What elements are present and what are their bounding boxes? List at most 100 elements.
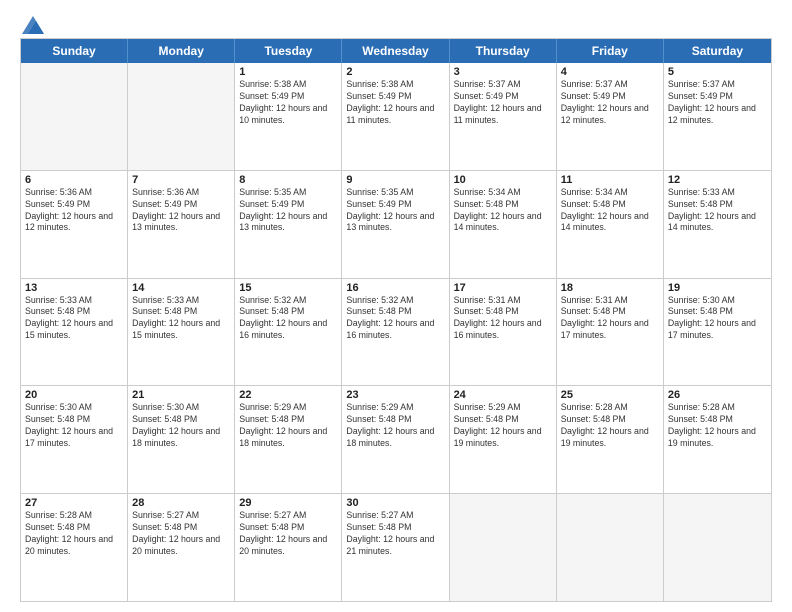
day-detail: Sunrise: 5:38 AM Sunset: 5:49 PM Dayligh… — [239, 79, 337, 127]
day-number: 18 — [561, 282, 659, 294]
calendar-cell: 7Sunrise: 5:36 AM Sunset: 5:49 PM Daylig… — [128, 171, 235, 278]
day-number: 5 — [668, 66, 767, 78]
day-detail: Sunrise: 5:27 AM Sunset: 5:48 PM Dayligh… — [239, 510, 337, 558]
calendar-cell: 24Sunrise: 5:29 AM Sunset: 5:48 PM Dayli… — [450, 386, 557, 493]
calendar-cell: 2Sunrise: 5:38 AM Sunset: 5:49 PM Daylig… — [342, 63, 449, 170]
day-detail: Sunrise: 5:31 AM Sunset: 5:48 PM Dayligh… — [454, 295, 552, 343]
calendar-cell: 13Sunrise: 5:33 AM Sunset: 5:48 PM Dayli… — [21, 279, 128, 386]
day-detail: Sunrise: 5:35 AM Sunset: 5:49 PM Dayligh… — [346, 187, 444, 235]
day-number: 19 — [668, 282, 767, 294]
day-detail: Sunrise: 5:28 AM Sunset: 5:48 PM Dayligh… — [561, 402, 659, 450]
calendar-cell: 25Sunrise: 5:28 AM Sunset: 5:48 PM Dayli… — [557, 386, 664, 493]
calendar-cell: 30Sunrise: 5:27 AM Sunset: 5:48 PM Dayli… — [342, 494, 449, 601]
calendar-cell: 3Sunrise: 5:37 AM Sunset: 5:49 PM Daylig… — [450, 63, 557, 170]
day-detail: Sunrise: 5:28 AM Sunset: 5:48 PM Dayligh… — [668, 402, 767, 450]
day-detail: Sunrise: 5:30 AM Sunset: 5:48 PM Dayligh… — [25, 402, 123, 450]
calendar-cell: 26Sunrise: 5:28 AM Sunset: 5:48 PM Dayli… — [664, 386, 771, 493]
calendar-body: 1Sunrise: 5:38 AM Sunset: 5:49 PM Daylig… — [21, 63, 771, 601]
day-number: 20 — [25, 389, 123, 401]
calendar-cell: 20Sunrise: 5:30 AM Sunset: 5:48 PM Dayli… — [21, 386, 128, 493]
day-number: 3 — [454, 66, 552, 78]
day-number: 12 — [668, 174, 767, 186]
weekday-header: Wednesday — [342, 39, 449, 63]
calendar-cell: 16Sunrise: 5:32 AM Sunset: 5:48 PM Dayli… — [342, 279, 449, 386]
day-number: 13 — [25, 282, 123, 294]
calendar-cell: 4Sunrise: 5:37 AM Sunset: 5:49 PM Daylig… — [557, 63, 664, 170]
calendar-row: 27Sunrise: 5:28 AM Sunset: 5:48 PM Dayli… — [21, 493, 771, 601]
weekday-header: Saturday — [664, 39, 771, 63]
day-number: 11 — [561, 174, 659, 186]
day-number: 28 — [132, 497, 230, 509]
day-detail: Sunrise: 5:31 AM Sunset: 5:48 PM Dayligh… — [561, 295, 659, 343]
calendar-row: 13Sunrise: 5:33 AM Sunset: 5:48 PM Dayli… — [21, 278, 771, 386]
calendar-row: 6Sunrise: 5:36 AM Sunset: 5:49 PM Daylig… — [21, 170, 771, 278]
day-detail: Sunrise: 5:27 AM Sunset: 5:48 PM Dayligh… — [346, 510, 444, 558]
day-detail: Sunrise: 5:29 AM Sunset: 5:48 PM Dayligh… — [346, 402, 444, 450]
weekday-header: Tuesday — [235, 39, 342, 63]
page: SundayMondayTuesdayWednesdayThursdayFrid… — [0, 0, 792, 612]
day-number: 16 — [346, 282, 444, 294]
day-number: 26 — [668, 389, 767, 401]
day-detail: Sunrise: 5:28 AM Sunset: 5:48 PM Dayligh… — [25, 510, 123, 558]
day-detail: Sunrise: 5:27 AM Sunset: 5:48 PM Dayligh… — [132, 510, 230, 558]
day-number: 2 — [346, 66, 444, 78]
day-detail: Sunrise: 5:37 AM Sunset: 5:49 PM Dayligh… — [454, 79, 552, 127]
day-number: 6 — [25, 174, 123, 186]
day-detail: Sunrise: 5:37 AM Sunset: 5:49 PM Dayligh… — [668, 79, 767, 127]
calendar: SundayMondayTuesdayWednesdayThursdayFrid… — [20, 38, 772, 602]
calendar-cell: 12Sunrise: 5:33 AM Sunset: 5:48 PM Dayli… — [664, 171, 771, 278]
calendar-cell: 9Sunrise: 5:35 AM Sunset: 5:49 PM Daylig… — [342, 171, 449, 278]
day-detail: Sunrise: 5:38 AM Sunset: 5:49 PM Dayligh… — [346, 79, 444, 127]
day-detail: Sunrise: 5:32 AM Sunset: 5:48 PM Dayligh… — [239, 295, 337, 343]
day-detail: Sunrise: 5:34 AM Sunset: 5:48 PM Dayligh… — [454, 187, 552, 235]
calendar-cell: 29Sunrise: 5:27 AM Sunset: 5:48 PM Dayli… — [235, 494, 342, 601]
calendar-cell: 19Sunrise: 5:30 AM Sunset: 5:48 PM Dayli… — [664, 279, 771, 386]
day-number: 10 — [454, 174, 552, 186]
calendar-cell: 21Sunrise: 5:30 AM Sunset: 5:48 PM Dayli… — [128, 386, 235, 493]
calendar-cell: 22Sunrise: 5:29 AM Sunset: 5:48 PM Dayli… — [235, 386, 342, 493]
day-detail: Sunrise: 5:33 AM Sunset: 5:48 PM Dayligh… — [25, 295, 123, 343]
calendar-cell: 18Sunrise: 5:31 AM Sunset: 5:48 PM Dayli… — [557, 279, 664, 386]
calendar-header: SundayMondayTuesdayWednesdayThursdayFrid… — [21, 39, 771, 63]
day-detail: Sunrise: 5:34 AM Sunset: 5:48 PM Dayligh… — [561, 187, 659, 235]
day-number: 21 — [132, 389, 230, 401]
day-number: 9 — [346, 174, 444, 186]
logo-icon — [22, 16, 44, 34]
calendar-cell: 1Sunrise: 5:38 AM Sunset: 5:49 PM Daylig… — [235, 63, 342, 170]
day-detail: Sunrise: 5:36 AM Sunset: 5:49 PM Dayligh… — [132, 187, 230, 235]
day-number: 4 — [561, 66, 659, 78]
day-number: 7 — [132, 174, 230, 186]
weekday-header: Friday — [557, 39, 664, 63]
day-number: 27 — [25, 497, 123, 509]
calendar-cell — [557, 494, 664, 601]
calendar-cell — [664, 494, 771, 601]
calendar-cell: 27Sunrise: 5:28 AM Sunset: 5:48 PM Dayli… — [21, 494, 128, 601]
calendar-cell — [128, 63, 235, 170]
logo — [20, 16, 44, 30]
day-number: 29 — [239, 497, 337, 509]
day-detail: Sunrise: 5:30 AM Sunset: 5:48 PM Dayligh… — [668, 295, 767, 343]
header — [20, 16, 772, 30]
weekday-header: Thursday — [450, 39, 557, 63]
calendar-cell: 17Sunrise: 5:31 AM Sunset: 5:48 PM Dayli… — [450, 279, 557, 386]
day-detail: Sunrise: 5:37 AM Sunset: 5:49 PM Dayligh… — [561, 79, 659, 127]
calendar-cell: 14Sunrise: 5:33 AM Sunset: 5:48 PM Dayli… — [128, 279, 235, 386]
day-detail: Sunrise: 5:33 AM Sunset: 5:48 PM Dayligh… — [132, 295, 230, 343]
calendar-cell — [450, 494, 557, 601]
calendar-cell: 11Sunrise: 5:34 AM Sunset: 5:48 PM Dayli… — [557, 171, 664, 278]
calendar-row: 1Sunrise: 5:38 AM Sunset: 5:49 PM Daylig… — [21, 63, 771, 170]
weekday-header: Sunday — [21, 39, 128, 63]
calendar-cell: 10Sunrise: 5:34 AM Sunset: 5:48 PM Dayli… — [450, 171, 557, 278]
day-number: 22 — [239, 389, 337, 401]
calendar-cell: 28Sunrise: 5:27 AM Sunset: 5:48 PM Dayli… — [128, 494, 235, 601]
day-number: 15 — [239, 282, 337, 294]
day-number: 8 — [239, 174, 337, 186]
day-number: 24 — [454, 389, 552, 401]
day-number: 17 — [454, 282, 552, 294]
day-detail: Sunrise: 5:33 AM Sunset: 5:48 PM Dayligh… — [668, 187, 767, 235]
day-detail: Sunrise: 5:32 AM Sunset: 5:48 PM Dayligh… — [346, 295, 444, 343]
day-number: 23 — [346, 389, 444, 401]
day-detail: Sunrise: 5:36 AM Sunset: 5:49 PM Dayligh… — [25, 187, 123, 235]
calendar-cell: 5Sunrise: 5:37 AM Sunset: 5:49 PM Daylig… — [664, 63, 771, 170]
calendar-row: 20Sunrise: 5:30 AM Sunset: 5:48 PM Dayli… — [21, 385, 771, 493]
